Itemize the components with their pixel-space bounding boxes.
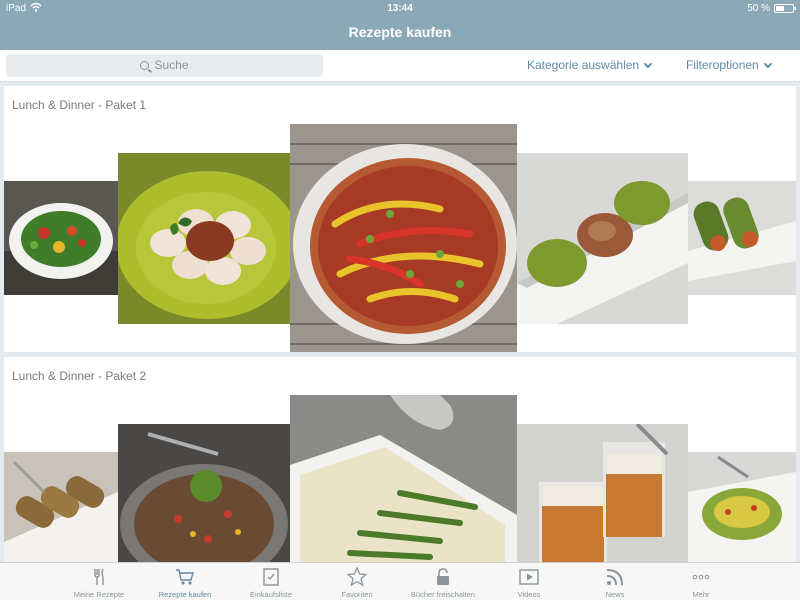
search-input[interactable]: Suche: [6, 54, 323, 77]
tab-favoriten[interactable]: Favoriten: [314, 563, 400, 600]
chevron-down-icon: [763, 59, 772, 69]
lentil-salad-icon: [118, 424, 290, 567]
wraps-icon: [688, 181, 796, 295]
status-bar: iPad 13:44 50 %: [0, 0, 800, 18]
search-placeholder: Suche: [154, 58, 189, 72]
tab-label: Bücher freischalten: [410, 590, 476, 599]
recipe-image-ravioli[interactable]: [118, 153, 290, 324]
tab-mehr[interactable]: Mehr: [658, 563, 744, 600]
search-icon: [140, 61, 150, 70]
tab-videos[interactable]: Videos: [486, 563, 572, 600]
package-card-1[interactable]: Lunch & Dinner - Paket 1: [4, 86, 796, 352]
recipe-image-smoothie-glasses[interactable]: [517, 424, 688, 567]
package-title: Lunch & Dinner - Paket 1: [12, 98, 147, 112]
lock-icon: [437, 568, 449, 585]
recipe-image-pizza[interactable]: [290, 124, 517, 352]
tab-label: Rezepte kaufen: [158, 590, 212, 599]
tab-news[interactable]: News: [572, 563, 658, 600]
chevron-down-icon: [643, 59, 653, 69]
tab-label: Meine Rezepte: [73, 590, 125, 599]
package-title: Lunch & Dinner - Paket 2: [12, 369, 147, 383]
tab-bar: Meine Rezepte Rezepte kaufen Einkaufslis…: [0, 562, 800, 600]
category-dropdown[interactable]: Kategorie auswählen: [527, 58, 653, 72]
tab-einkaufsliste[interactable]: Einkaufsliste: [228, 563, 314, 600]
smoothie-glasses-icon: [517, 424, 688, 567]
recipe-image-asparagus-soup[interactable]: [290, 395, 517, 567]
tab-buecher-freischalten[interactable]: Bücher freischalten: [400, 563, 486, 600]
tab-label: Favoriten: [341, 590, 373, 599]
vegetable-pasta-icon: [688, 452, 796, 567]
recipe-image-pasta-nests[interactable]: [517, 153, 688, 324]
top-bar: iPad 13:44 50 % Rezepte kaufen: [0, 0, 800, 50]
zucchini-rolls-icon: [4, 452, 118, 567]
ravioli-icon: [118, 153, 290, 324]
tab-label: News: [605, 590, 625, 599]
cart-icon: [176, 569, 194, 585]
recipe-image-salad[interactable]: [4, 181, 118, 295]
asparagus-soup-icon: [290, 395, 517, 567]
battery-percent: 50 %: [747, 3, 770, 14]
tab-rezepte-kaufen[interactable]: Rezepte kaufen: [142, 563, 228, 600]
checklist-icon: [263, 568, 279, 586]
tab-label: Videos: [517, 590, 541, 599]
tab-label: Mehr: [692, 590, 710, 599]
filter-bar: Suche Kategorie auswählen Filteroptionen: [0, 50, 800, 82]
recipe-image-lentil-salad[interactable]: [118, 424, 290, 567]
play-icon: [519, 569, 539, 585]
filter-options-label: Filteroptionen: [686, 58, 759, 72]
recipe-image-zucchini-rolls[interactable]: [4, 452, 118, 567]
star-icon: [347, 567, 367, 587]
tab-label: Einkaufsliste: [249, 590, 293, 599]
recipe-image-wraps[interactable]: [688, 181, 796, 295]
category-dropdown-label: Kategorie auswählen: [527, 58, 640, 72]
salad-icon: [4, 181, 118, 295]
utensils-icon: [94, 568, 104, 585]
pizza-icon: [290, 124, 517, 352]
rss-icon: [606, 569, 623, 586]
recipe-image-vegetable-pasta[interactable]: [688, 452, 796, 567]
page-title: Rezepte kaufen: [348, 24, 452, 40]
battery-icon: [774, 4, 796, 13]
filter-options-dropdown[interactable]: Filteroptionen: [686, 58, 772, 72]
pasta-nests-icon: [517, 153, 688, 324]
package-card-2[interactable]: Lunch & Dinner - Paket 2: [4, 357, 796, 567]
more-icon: [692, 574, 710, 580]
status-time: 13:44: [387, 3, 413, 14]
tab-meine-rezepte[interactable]: Meine Rezepte: [56, 563, 142, 600]
